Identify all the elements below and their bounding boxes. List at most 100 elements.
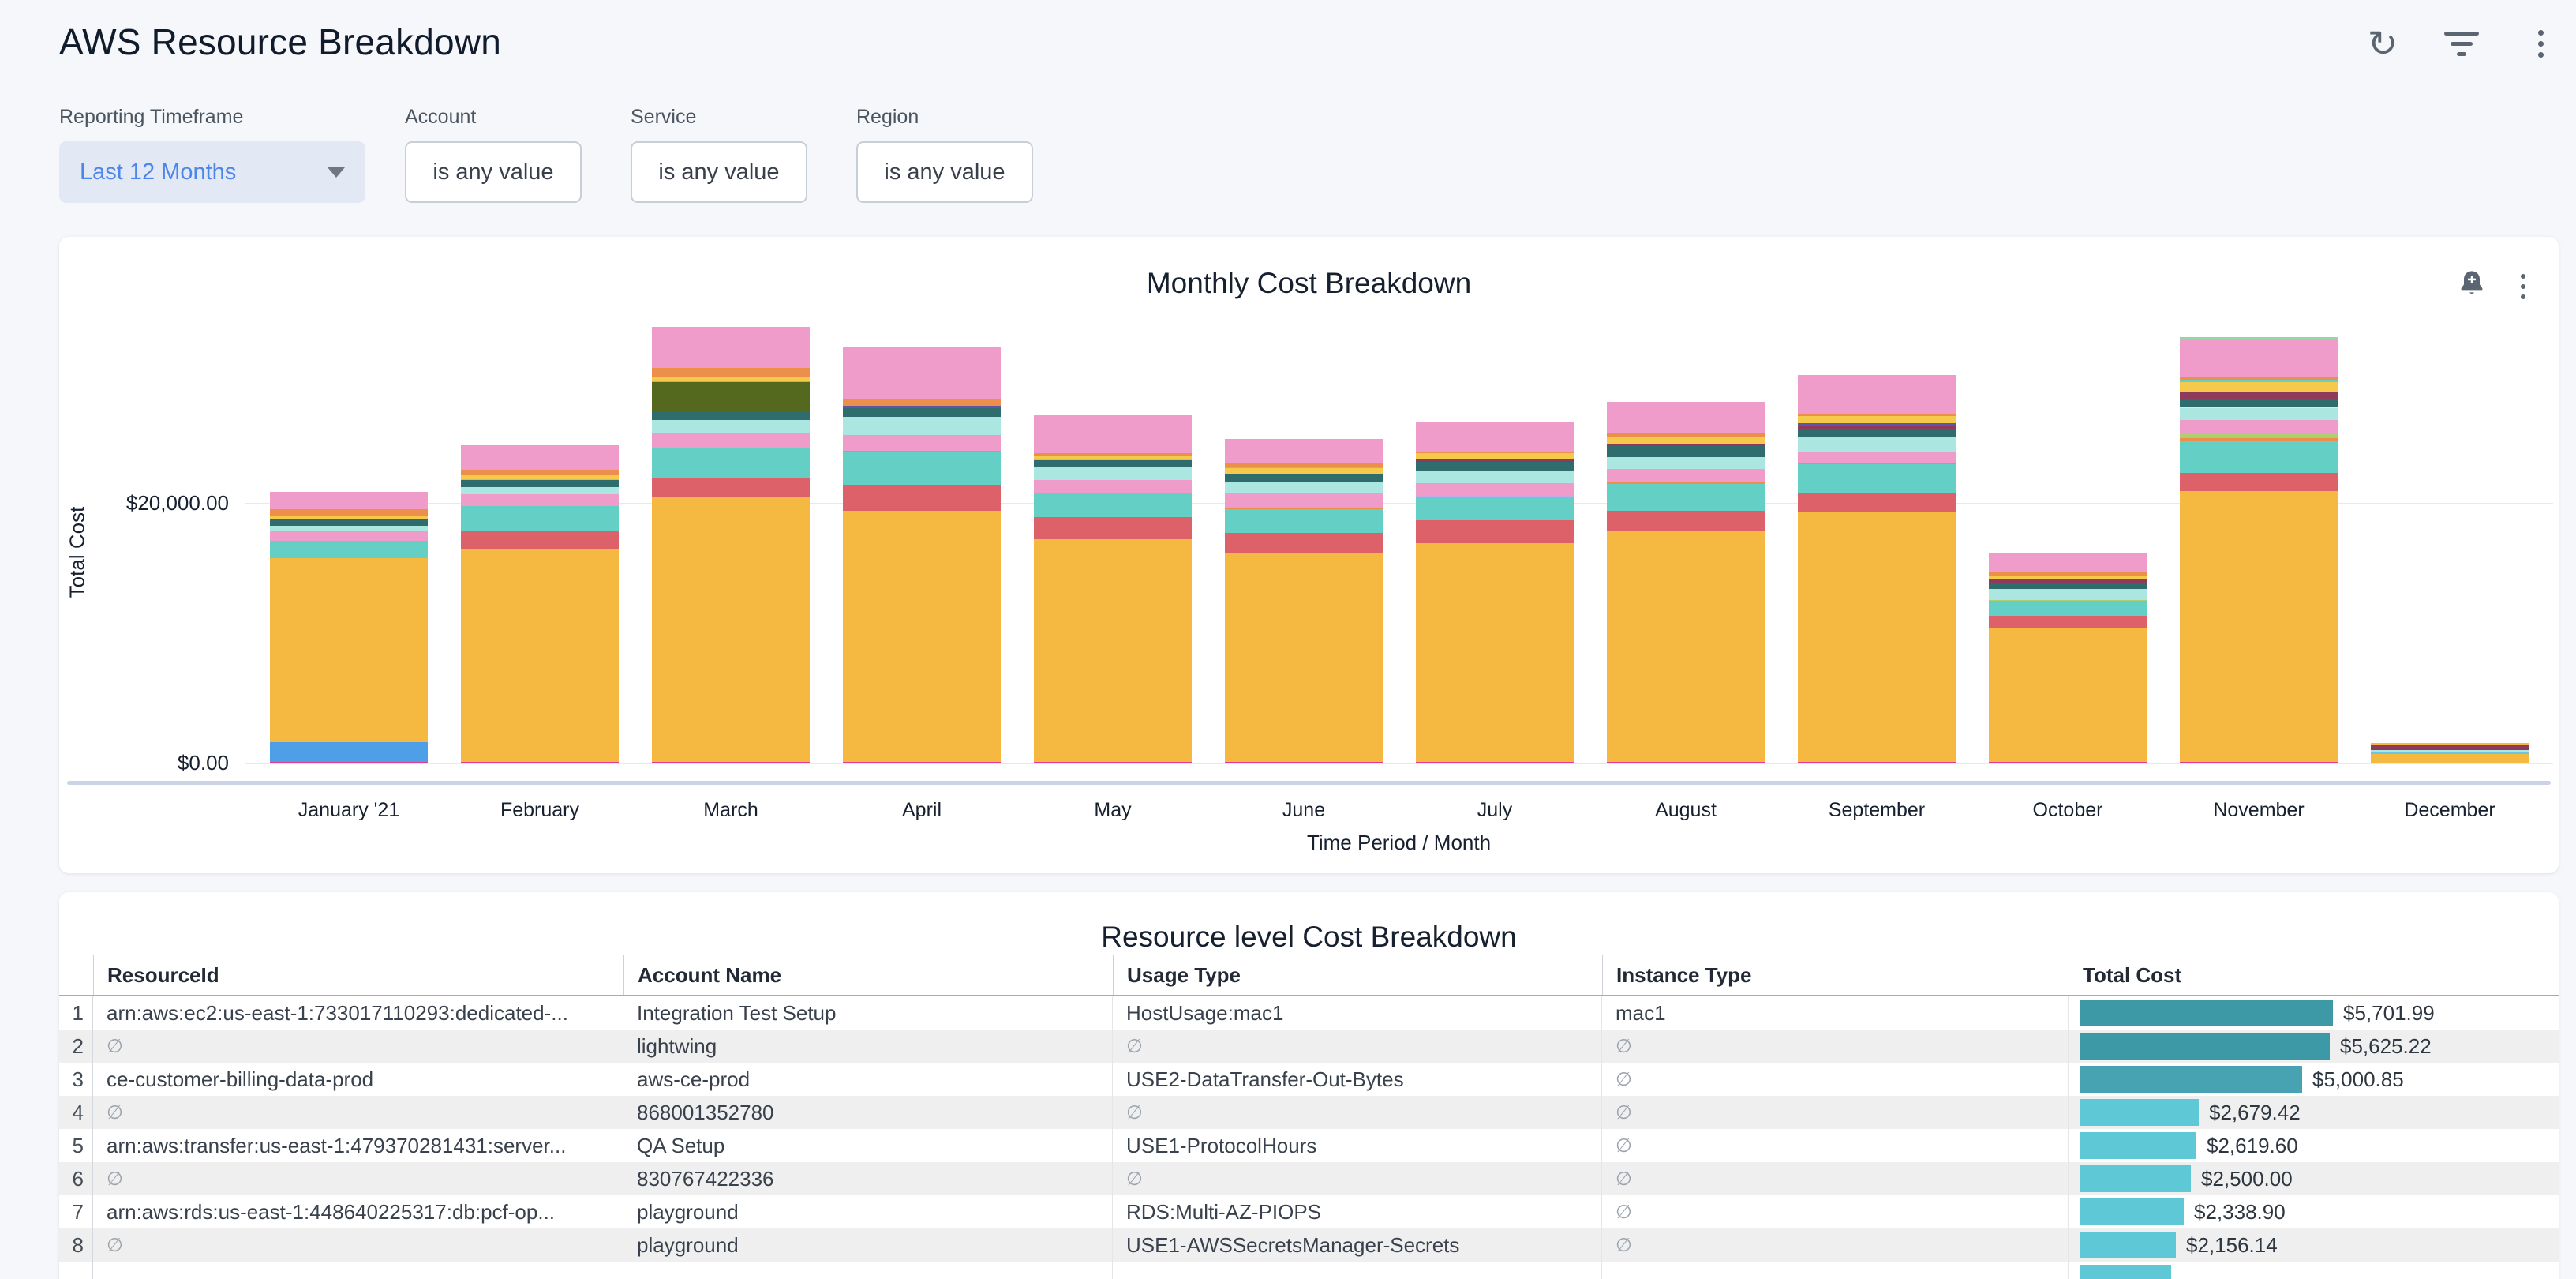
table-row[interactable]: 3ce-customer-billing-data-prodaws-ce-pro… [59, 1063, 2559, 1096]
col-header-total-cost[interactable]: Total Cost [2069, 955, 2559, 995]
bar-segment-pink[interactable] [270, 531, 428, 541]
bar-segment-pink[interactable] [1034, 480, 1192, 493]
bar-segment-yellow[interactable] [1416, 453, 1574, 459]
bar-segment-coral[interactable] [461, 531, 619, 549]
bar-segment-teal[interactable] [1225, 509, 1383, 533]
service-filter-button[interactable]: is any value [631, 141, 807, 203]
stacked-bar-January '21[interactable] [270, 492, 428, 763]
bar-segment-olive[interactable] [652, 382, 810, 413]
bar-segment-pink[interactable] [1416, 483, 1574, 495]
bar-segment-coral[interactable] [2180, 473, 2338, 491]
region-filter-button[interactable]: is any value [856, 141, 1033, 203]
bar-segment-amber[interactable] [1416, 543, 1574, 761]
bar-segment-pink[interactable] [1607, 469, 1765, 482]
bar-segment-pink[interactable] [652, 433, 810, 448]
bar-segment-coral[interactable] [1989, 616, 2147, 628]
bar-segment-amber[interactable] [1034, 539, 1192, 761]
bar-segment-paleCyan[interactable] [1034, 467, 1192, 480]
bar-segment-slate[interactable] [270, 519, 428, 525]
refresh-icon[interactable]: ↻ [2364, 25, 2401, 62]
table-row[interactable]: 1arn:aws:ec2:us-east-1:733017110293:dedi… [59, 996, 2559, 1030]
kebab-menu-icon[interactable] [2522, 25, 2559, 62]
bar-segment-pink[interactable] [1416, 422, 1574, 452]
stacked-bar-August[interactable] [1607, 402, 1765, 763]
col-header-resource-id[interactable]: ResourceId [93, 955, 623, 995]
bar-segment-coral[interactable] [1607, 511, 1765, 531]
bar-segment-amber[interactable] [1607, 531, 1765, 762]
bar-segment-teal[interactable] [2180, 441, 2338, 473]
bar-segment-paleCyan[interactable] [1225, 482, 1383, 493]
bar-segment-teal[interactable] [843, 452, 1001, 485]
bar-segment-paleCyan[interactable] [270, 526, 428, 532]
bar-segment-yellow[interactable] [1798, 416, 1956, 423]
bar-segment-pink[interactable] [843, 435, 1001, 451]
bar-segment-teal[interactable] [461, 506, 619, 531]
bar-segment-pink[interactable] [1798, 452, 1956, 463]
bar-segment-slate[interactable] [1798, 429, 1956, 437]
bar-segment-teal[interactable] [1034, 493, 1192, 517]
bar-segment-slate[interactable] [652, 412, 810, 420]
bar-segment-amber[interactable] [2180, 491, 2338, 762]
bar-segment-paleCyan[interactable] [652, 420, 810, 432]
bar-segment-slate[interactable] [1034, 460, 1192, 467]
stacked-bar-May[interactable] [1034, 415, 1192, 763]
bar-segment-coral[interactable] [652, 478, 810, 497]
bar-segment-slate[interactable] [843, 408, 1001, 417]
bar-segment-pink[interactable] [843, 347, 1001, 399]
stacked-bar-March[interactable] [652, 327, 810, 763]
bar-segment-amber[interactable] [652, 497, 810, 762]
bar-segment-paleCyan[interactable] [843, 417, 1001, 435]
bar-segment-paleCyan[interactable] [461, 487, 619, 494]
col-header-usage-type[interactable]: Usage Type [1113, 955, 1602, 995]
bar-segment-paleCyan[interactable] [1798, 437, 1956, 452]
bar-segment-slate[interactable] [1225, 474, 1383, 482]
bar-segment-pink[interactable] [1607, 402, 1765, 433]
bar-segment-slate[interactable] [2180, 399, 2338, 407]
bar-segment-paleCyan[interactable] [1607, 457, 1765, 470]
bar-segment-teal[interactable] [270, 541, 428, 558]
bar-segment-orange[interactable] [652, 368, 810, 377]
bar-segment-magenta[interactable] [1034, 762, 1192, 763]
bar-segment-magenta[interactable] [652, 762, 810, 763]
stacked-bar-October[interactable] [1989, 553, 2147, 763]
bar-segment-orange[interactable] [461, 470, 619, 475]
bar-segment-blue[interactable] [270, 742, 428, 762]
chart-scrollbar[interactable] [67, 781, 2551, 785]
bar-segment-pink[interactable] [461, 445, 619, 470]
stacked-bar-July[interactable] [1416, 422, 1574, 763]
table-row[interactable]: 5arn:aws:transfer:us-east-1:479370281431… [59, 1129, 2559, 1162]
bar-segment-slate[interactable] [1607, 446, 1765, 456]
bar-segment-pink[interactable] [2180, 420, 2338, 433]
bar-segment-coral[interactable] [1034, 517, 1192, 539]
bar-segment-yellow[interactable] [2180, 382, 2338, 392]
bar-segment-orange[interactable] [843, 399, 1001, 407]
bar-segment-green[interactable] [2180, 433, 2338, 438]
bar-segment-paleCyan[interactable] [2180, 408, 2338, 420]
account-filter-button[interactable]: is any value [405, 141, 582, 203]
bar-segment-teal[interactable] [1989, 601, 2147, 615]
bar-segment-coral[interactable] [1798, 493, 1956, 512]
bar-segment-paleCyan[interactable] [1416, 471, 1574, 483]
bar-segment-teal[interactable] [1416, 497, 1574, 520]
bar-segment-coral[interactable] [1225, 533, 1383, 553]
bar-segment-magenta[interactable] [2180, 762, 2338, 763]
stacked-bar-December[interactable] [2371, 743, 2529, 763]
bar-segment-pink[interactable] [270, 492, 428, 509]
bar-segment-plum[interactable] [2371, 745, 2529, 751]
table-row[interactable]: 7arn:aws:rds:us-east-1:448640225317:db:p… [59, 1195, 2559, 1228]
bar-segment-paleCyan[interactable] [1989, 589, 2147, 600]
filter-icon[interactable] [2443, 25, 2480, 62]
bar-segment-amber[interactable] [461, 549, 619, 761]
bar-segment-amber[interactable] [1225, 553, 1383, 762]
stacked-bar-April[interactable] [843, 347, 1001, 763]
bar-segment-slate[interactable] [461, 480, 619, 487]
bar-segment-magenta[interactable] [1607, 762, 1765, 763]
bar-segment-pink[interactable] [2180, 340, 2338, 377]
bar-segment-magenta[interactable] [1416, 762, 1574, 763]
bar-segment-pink[interactable] [1989, 553, 2147, 572]
table-row[interactable]: 8∅playgroundUSE1-AWSSecretsManager-Secre… [59, 1228, 2559, 1262]
bar-segment-magenta[interactable] [1989, 762, 2147, 763]
bar-segment-pink[interactable] [461, 494, 619, 507]
timeframe-select[interactable]: Last 12 Months [59, 141, 365, 203]
bar-segment-amber[interactable] [2371, 754, 2529, 763]
